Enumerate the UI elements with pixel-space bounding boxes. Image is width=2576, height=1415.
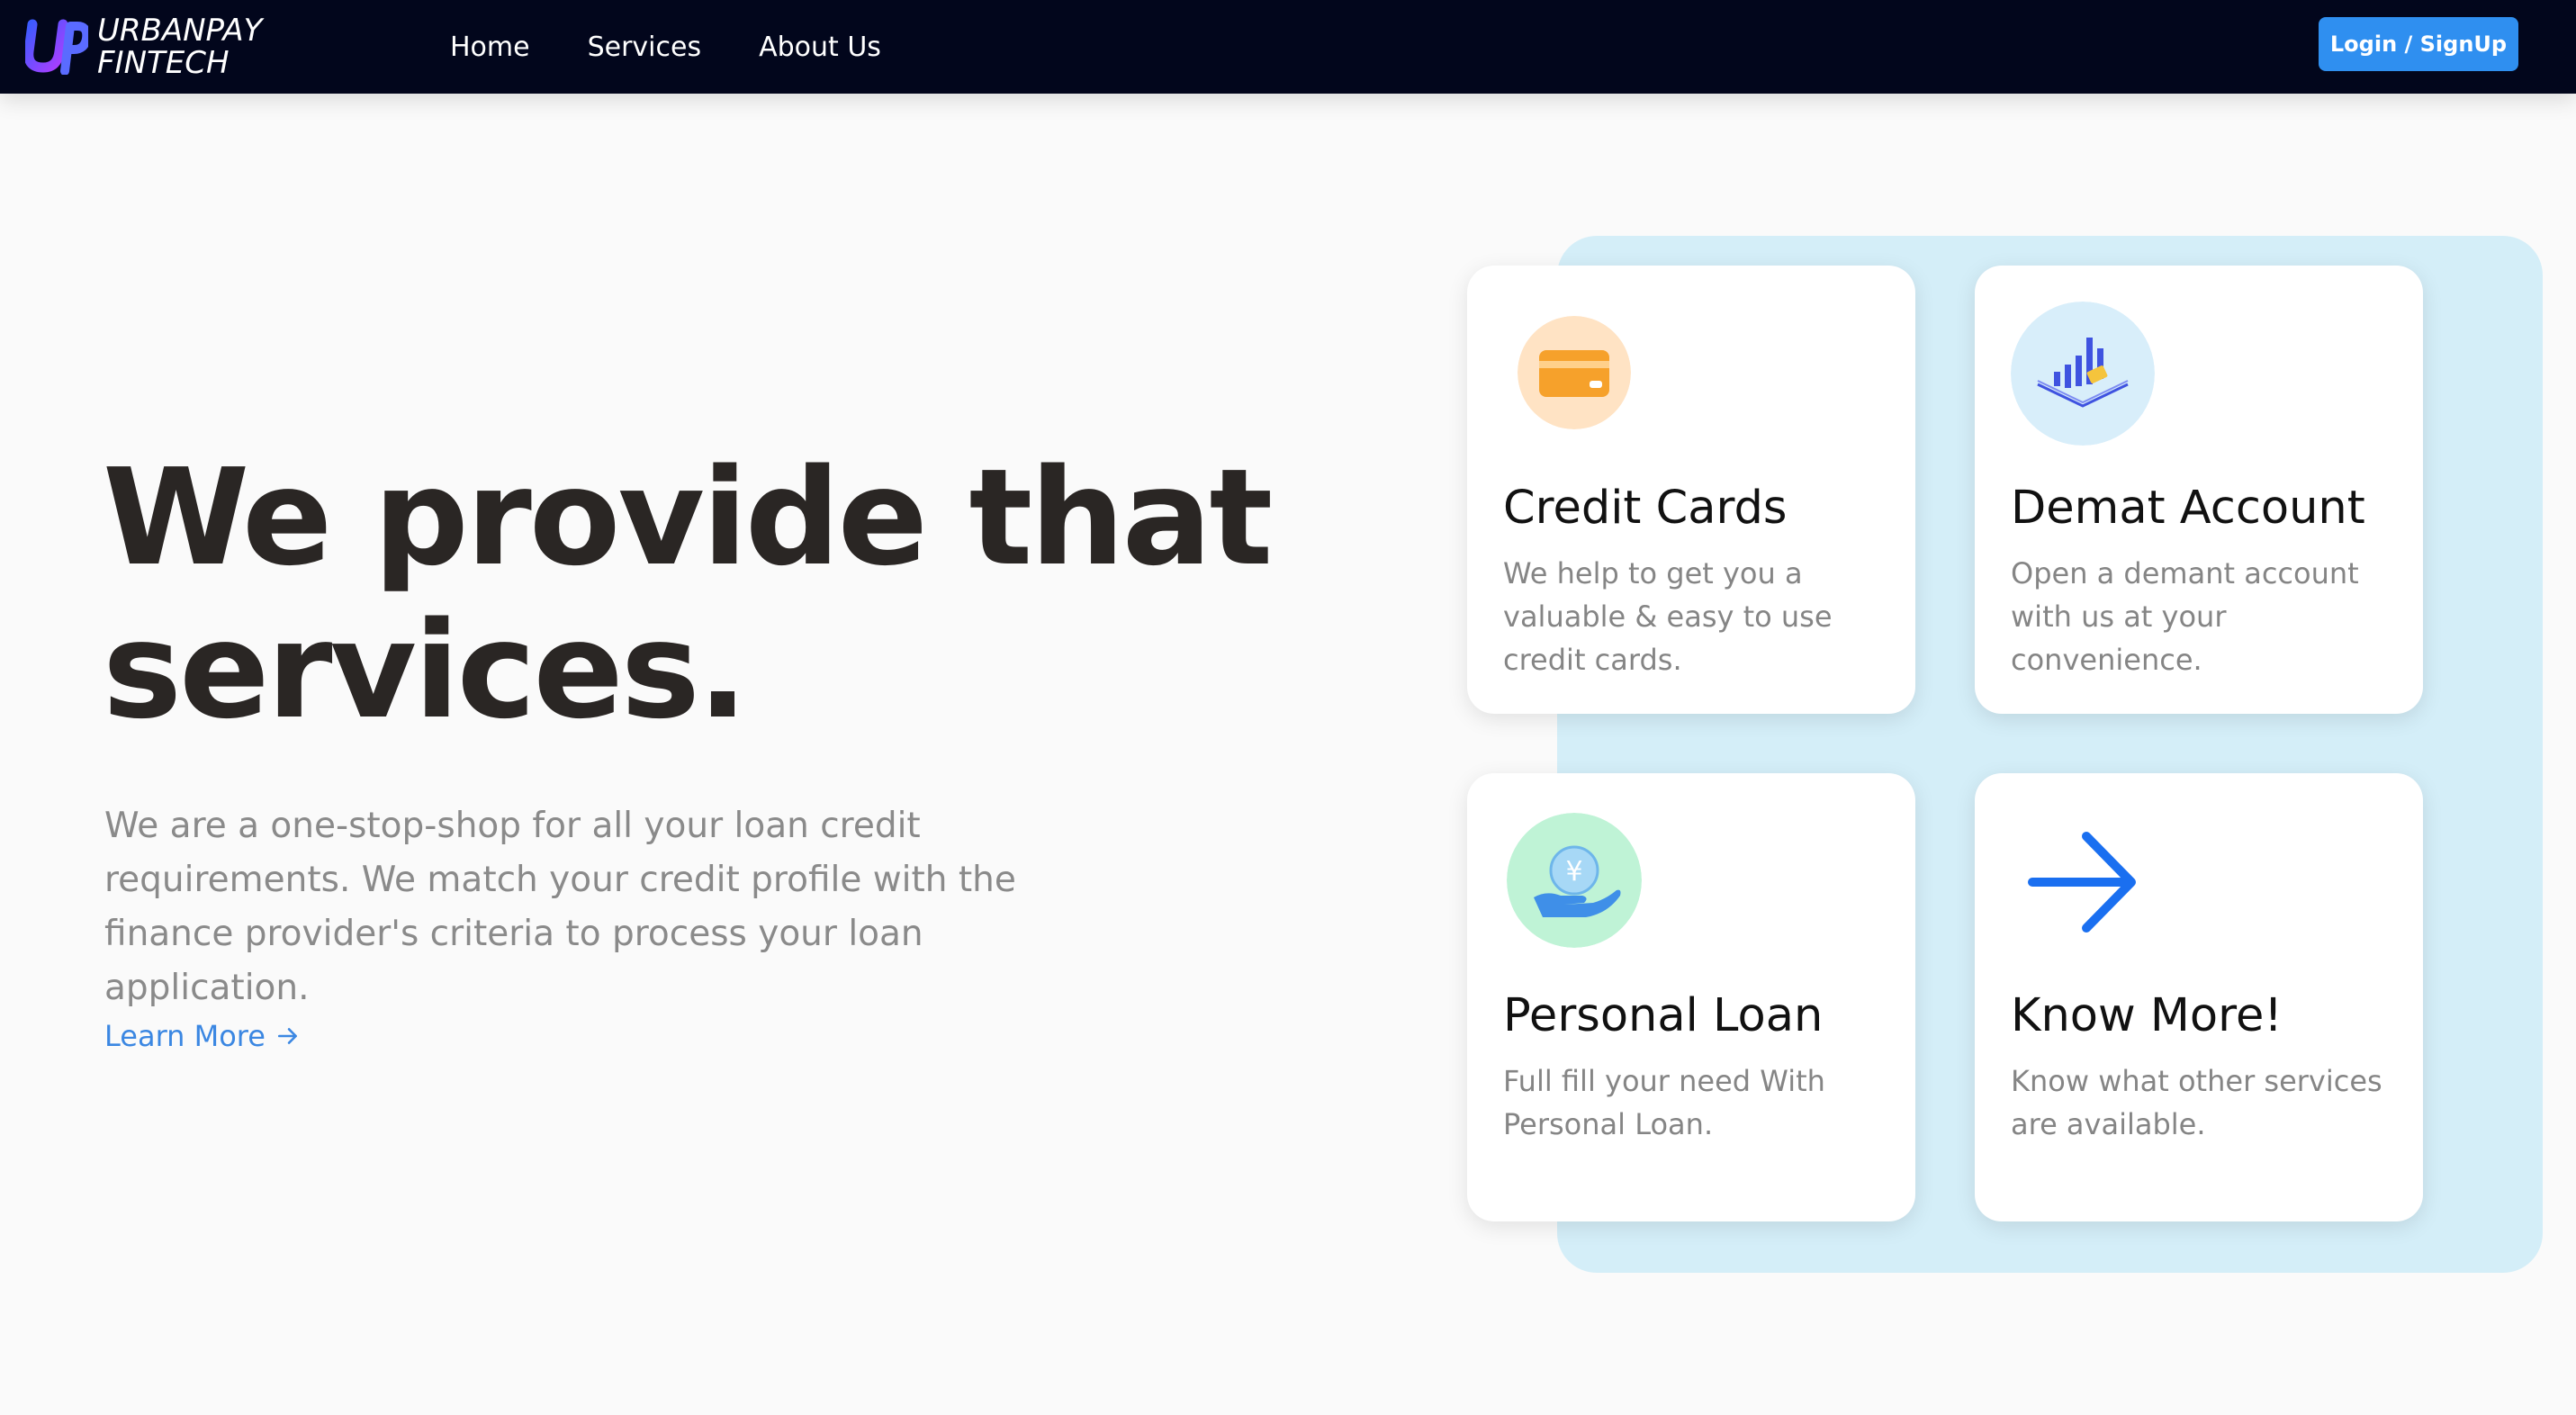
credit-card-icon xyxy=(1518,316,1631,429)
yen-coin-hand-icon: ¥ xyxy=(1507,813,1642,948)
brand-logo[interactable]: URBANPAY FINTECH xyxy=(25,7,262,86)
card-personal-loan[interactable]: ¥ Personal Loan Full fill your need With… xyxy=(1467,773,1915,1221)
nav-link-services[interactable]: Services xyxy=(588,32,702,63)
arrow-right-icon xyxy=(277,1028,297,1044)
card-description: We help to get you a valuable & easy to … xyxy=(1503,556,1833,677)
card-description: Know what other services are available. xyxy=(2011,1064,2382,1141)
login-signup-button[interactable]: Login / SignUp xyxy=(2319,17,2518,71)
card-know-more[interactable]: Know More! Know what other services are … xyxy=(1975,773,2423,1221)
up-logo-icon xyxy=(25,19,88,75)
card-title: Credit Cards xyxy=(1503,482,1788,535)
nav-link-home[interactable]: Home xyxy=(450,32,530,63)
brand-name: URBANPAY FINTECH xyxy=(97,14,262,79)
learn-more-link[interactable]: Learn More xyxy=(104,1019,300,1053)
card-demat-account[interactable]: Demat Account Open a demant account with… xyxy=(1975,266,2423,714)
card-credit-cards[interactable]: Credit Cards We help to get you a valuab… xyxy=(1467,266,1915,714)
navbar: URBANPAY FINTECH Home Services About Us … xyxy=(0,0,2576,94)
nav-link-about-us[interactable]: About Us xyxy=(759,32,881,63)
hero-title: We provide that services. xyxy=(103,440,1273,748)
card-title: Demat Account xyxy=(2011,482,2365,535)
card-title: Personal Loan xyxy=(1503,989,1824,1042)
brand-line-2: FINTECH xyxy=(97,45,230,81)
arrow-right-icon xyxy=(2028,832,2136,933)
svg-text:¥: ¥ xyxy=(1565,856,1582,888)
hero-description: We are a one-stop-shop for all your loan… xyxy=(104,806,1016,1008)
bar-chart-icon xyxy=(2011,302,2155,446)
card-title: Know More! xyxy=(2011,989,2283,1042)
main-nav: Home Services About Us xyxy=(450,0,939,94)
card-description: Open a demant account with us at your co… xyxy=(2011,556,2359,677)
card-description: Full fill your need With Personal Loan. xyxy=(1503,1064,1825,1141)
learn-more-label: Learn More xyxy=(104,1019,266,1053)
brand-line-1: URBANPAY xyxy=(97,13,263,49)
